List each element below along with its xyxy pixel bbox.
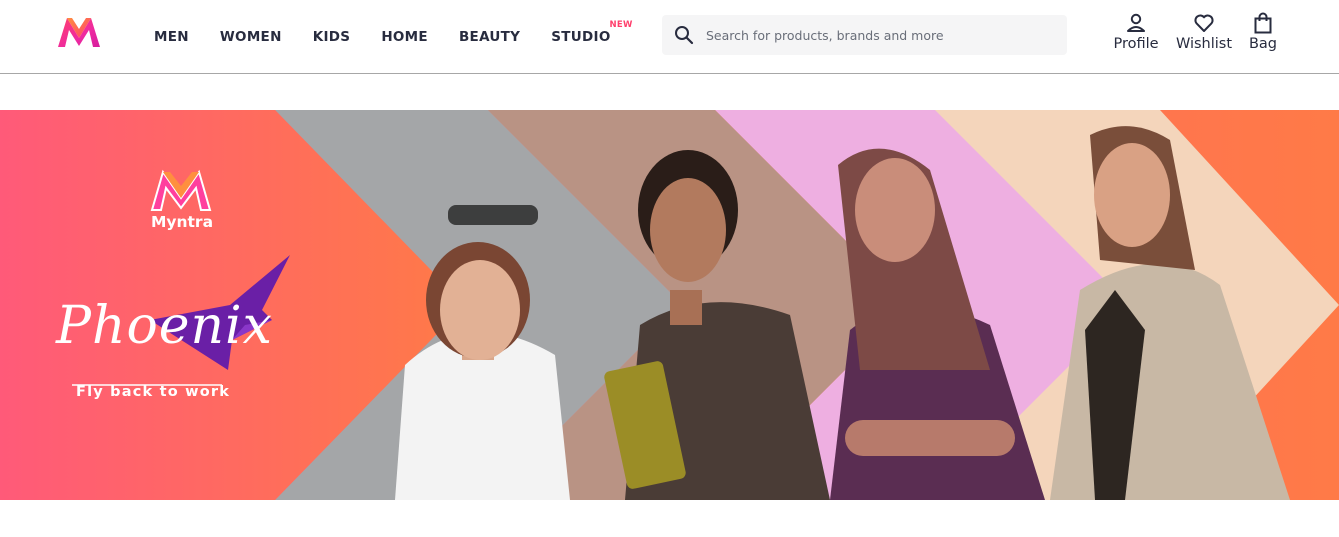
nav-studio[interactable]: STUDIO NEW [551,20,632,45]
header-actions: Profile Wishlist Bag [1110,12,1290,62]
person-icon [1127,13,1145,32]
bag-label: Bag [1248,36,1278,52]
search-icon[interactable] [674,25,694,45]
banner-title: Phoenix [56,296,274,356]
wishlist-button[interactable]: Wishlist [1174,12,1234,52]
nav-studio-label: STUDIO [551,29,611,45]
bag-icon [1254,12,1272,34]
nav-home[interactable]: HOME [381,29,428,45]
myntra-logo-icon[interactable] [56,16,102,49]
nav-beauty[interactable]: BEAUTY [459,29,520,45]
nav-men[interactable]: MEN [154,29,189,45]
search-bar [662,15,1067,55]
wishlist-label: Wishlist [1175,36,1233,52]
profile-button[interactable]: Profile [1110,12,1162,52]
nav-kids[interactable]: KIDS [313,29,351,45]
top-header: MEN WOMEN KIDS HOME BEAUTY STUDIO NEW Pr… [0,0,1339,74]
nav-women[interactable]: WOMEN [220,29,282,45]
banner-tagline: Fly back to work [76,384,231,400]
banner-brand: Myntra [150,213,214,231]
bag-button[interactable]: Bag [1246,12,1280,52]
heart-icon [1194,14,1214,32]
hero-banner[interactable]: Myntra Phoenix Fly back to work [0,110,1339,500]
search-input[interactable] [706,15,1056,55]
new-badge: NEW [609,20,633,30]
profile-label: Profile [1113,36,1159,52]
main-nav: MEN WOMEN KIDS HOME BEAUTY STUDIO NEW [154,0,632,74]
